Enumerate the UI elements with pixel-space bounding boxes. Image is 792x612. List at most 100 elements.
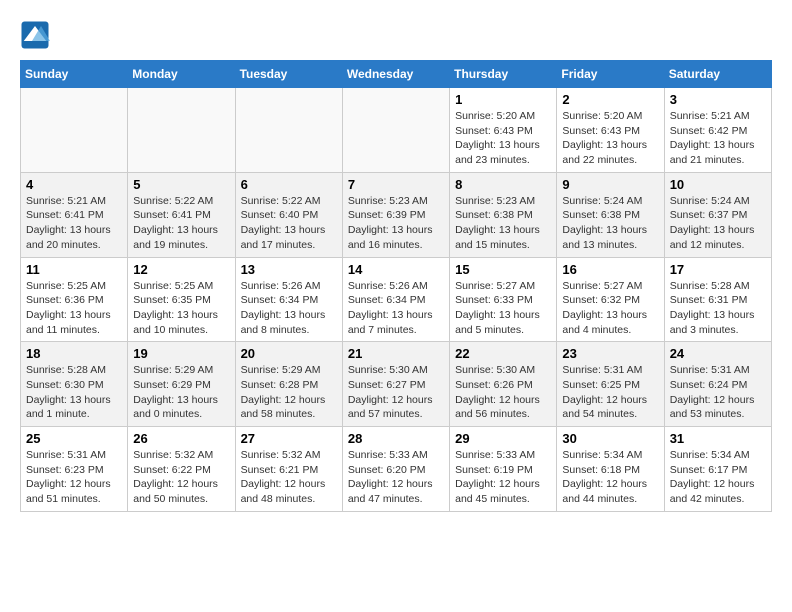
day-cell: 15 Sunrise: 5:27 AM Sunset: 6:33 PM Dayli… [450, 257, 557, 342]
day-cell: 11 Sunrise: 5:25 AM Sunset: 6:36 PM Dayli… [21, 257, 128, 342]
day-info: Sunrise: 5:34 AM Sunset: 6:18 PM Dayligh… [562, 448, 658, 507]
day-number: 1 [455, 92, 551, 107]
day-info: Sunrise: 5:20 AM Sunset: 6:43 PM Dayligh… [455, 109, 551, 168]
col-header-tuesday: Tuesday [235, 61, 342, 88]
col-header-friday: Friday [557, 61, 664, 88]
day-cell: 28 Sunrise: 5:33 AM Sunset: 6:20 PM Dayli… [342, 427, 449, 512]
day-number: 10 [670, 177, 766, 192]
day-info: Sunrise: 5:27 AM Sunset: 6:33 PM Dayligh… [455, 279, 551, 338]
day-cell: 25 Sunrise: 5:31 AM Sunset: 6:23 PM Dayli… [21, 427, 128, 512]
day-number: 28 [348, 431, 444, 446]
day-cell: 21 Sunrise: 5:30 AM Sunset: 6:27 PM Dayli… [342, 342, 449, 427]
day-number: 16 [562, 262, 658, 277]
day-number: 8 [455, 177, 551, 192]
day-info: Sunrise: 5:30 AM Sunset: 6:27 PM Dayligh… [348, 363, 444, 422]
header-row: SundayMondayTuesdayWednesdayThursdayFrid… [21, 61, 772, 88]
day-cell: 5 Sunrise: 5:22 AM Sunset: 6:41 PM Daylig… [128, 172, 235, 257]
day-info: Sunrise: 5:24 AM Sunset: 6:38 PM Dayligh… [562, 194, 658, 253]
day-cell: 22 Sunrise: 5:30 AM Sunset: 6:26 PM Dayli… [450, 342, 557, 427]
day-info: Sunrise: 5:28 AM Sunset: 6:30 PM Dayligh… [26, 363, 122, 422]
day-number: 25 [26, 431, 122, 446]
day-info: Sunrise: 5:21 AM Sunset: 6:41 PM Dayligh… [26, 194, 122, 253]
day-number: 11 [26, 262, 122, 277]
col-header-monday: Monday [128, 61, 235, 88]
day-number: 26 [133, 431, 229, 446]
col-header-thursday: Thursday [450, 61, 557, 88]
day-cell: 24 Sunrise: 5:31 AM Sunset: 6:24 PM Dayli… [664, 342, 771, 427]
week-row-3: 11 Sunrise: 5:25 AM Sunset: 6:36 PM Dayli… [21, 257, 772, 342]
day-cell: 20 Sunrise: 5:29 AM Sunset: 6:28 PM Dayli… [235, 342, 342, 427]
day-info: Sunrise: 5:23 AM Sunset: 6:39 PM Dayligh… [348, 194, 444, 253]
day-number: 21 [348, 346, 444, 361]
day-cell: 19 Sunrise: 5:29 AM Sunset: 6:29 PM Dayli… [128, 342, 235, 427]
day-cell: 10 Sunrise: 5:24 AM Sunset: 6:37 PM Dayli… [664, 172, 771, 257]
day-cell: 29 Sunrise: 5:33 AM Sunset: 6:19 PM Dayli… [450, 427, 557, 512]
day-cell: 9 Sunrise: 5:24 AM Sunset: 6:38 PM Daylig… [557, 172, 664, 257]
day-cell: 13Sunrise: 5:26 AM Sunset: 6:34 PM Dayli… [235, 257, 342, 342]
day-number: 30 [562, 431, 658, 446]
day-number: 29 [455, 431, 551, 446]
day-info: Sunrise: 5:29 AM Sunset: 6:29 PM Dayligh… [133, 363, 229, 422]
day-info: Sunrise: 5:34 AM Sunset: 6:17 PM Dayligh… [670, 448, 766, 507]
day-number: 18 [26, 346, 122, 361]
col-header-saturday: Saturday [664, 61, 771, 88]
day-cell: 7 Sunrise: 5:23 AM Sunset: 6:39 PM Daylig… [342, 172, 449, 257]
day-info: Sunrise: 5:22 AM Sunset: 6:41 PM Dayligh… [133, 194, 229, 253]
day-cell: 23 Sunrise: 5:31 AM Sunset: 6:25 PM Dayli… [557, 342, 664, 427]
day-number: 7 [348, 177, 444, 192]
day-cell: 12 Sunrise: 5:25 AM Sunset: 6:35 PM Dayli… [128, 257, 235, 342]
day-number: 24 [670, 346, 766, 361]
day-cell: 1 Sunrise: 5:20 AM Sunset: 6:43 PM Daylig… [450, 88, 557, 173]
day-info: Sunrise: 5:31 AM Sunset: 6:24 PM Dayligh… [670, 363, 766, 422]
day-number: 19 [133, 346, 229, 361]
day-number: 20 [241, 346, 337, 361]
day-info: Sunrise: 5:33 AM Sunset: 6:19 PM Dayligh… [455, 448, 551, 507]
week-row-1: 1 Sunrise: 5:20 AM Sunset: 6:43 PM Daylig… [21, 88, 772, 173]
day-number: 9 [562, 177, 658, 192]
day-number: 27 [241, 431, 337, 446]
week-row-2: 4 Sunrise: 5:21 AM Sunset: 6:41 PM Daylig… [21, 172, 772, 257]
day-info: Sunrise: 5:32 AM Sunset: 6:21 PM Dayligh… [241, 448, 337, 507]
day-number: 31 [670, 431, 766, 446]
logo [20, 20, 54, 50]
day-cell: 27 Sunrise: 5:32 AM Sunset: 6:21 PM Dayli… [235, 427, 342, 512]
day-cell [342, 88, 449, 173]
col-header-sunday: Sunday [21, 61, 128, 88]
day-info: Sunrise: 5:33 AM Sunset: 6:20 PM Dayligh… [348, 448, 444, 507]
day-number: 4 [26, 177, 122, 192]
day-number: 12 [133, 262, 229, 277]
day-info: Sunrise: 5:27 AM Sunset: 6:32 PM Dayligh… [562, 279, 658, 338]
week-row-4: 18 Sunrise: 5:28 AM Sunset: 6:30 PM Dayli… [21, 342, 772, 427]
day-info: Sunrise: 5:23 AM Sunset: 6:38 PM Dayligh… [455, 194, 551, 253]
day-info: Sunrise: 5:22 AM Sunset: 6:40 PM Dayligh… [241, 194, 337, 253]
day-info: Sunrise: 5:28 AM Sunset: 6:31 PM Dayligh… [670, 279, 766, 338]
day-cell: 17 Sunrise: 5:28 AM Sunset: 6:31 PM Dayli… [664, 257, 771, 342]
day-cell [235, 88, 342, 173]
day-info: Sunrise: 5:25 AM Sunset: 6:35 PM Dayligh… [133, 279, 229, 338]
col-header-wednesday: Wednesday [342, 61, 449, 88]
day-info: Sunrise: 5:29 AM Sunset: 6:28 PM Dayligh… [241, 363, 337, 422]
day-cell: 2Sunrise: 5:20 AM Sunset: 6:43 PM Daylig… [557, 88, 664, 173]
day-number: 2 [562, 92, 658, 107]
day-number: 5 [133, 177, 229, 192]
day-number: 13 [241, 262, 337, 277]
day-cell: 18 Sunrise: 5:28 AM Sunset: 6:30 PM Dayli… [21, 342, 128, 427]
day-info: Sunrise: 5:31 AM Sunset: 6:25 PM Dayligh… [562, 363, 658, 422]
day-info: Sunrise: 5:25 AM Sunset: 6:36 PM Dayligh… [26, 279, 122, 338]
day-number: 15 [455, 262, 551, 277]
day-cell: 31 Sunrise: 5:34 AM Sunset: 6:17 PM Dayli… [664, 427, 771, 512]
day-number: 23 [562, 346, 658, 361]
day-info: Sunrise: 5:24 AM Sunset: 6:37 PM Dayligh… [670, 194, 766, 253]
day-info: Sunrise: 5:26 AM Sunset: 6:34 PM Dayligh… [348, 279, 444, 338]
day-info: Sunrise: 5:31 AM Sunset: 6:23 PM Dayligh… [26, 448, 122, 507]
day-number: 22 [455, 346, 551, 361]
day-cell: 30 Sunrise: 5:34 AM Sunset: 6:18 PM Dayli… [557, 427, 664, 512]
day-number: 14 [348, 262, 444, 277]
day-cell: 4 Sunrise: 5:21 AM Sunset: 6:41 PM Daylig… [21, 172, 128, 257]
day-info: Sunrise: 5:30 AM Sunset: 6:26 PM Dayligh… [455, 363, 551, 422]
day-cell: 26Sunrise: 5:32 AM Sunset: 6:22 PM Dayli… [128, 427, 235, 512]
day-number: 17 [670, 262, 766, 277]
day-cell [21, 88, 128, 173]
page-header [20, 20, 772, 50]
day-info: Sunrise: 5:21 AM Sunset: 6:42 PM Dayligh… [670, 109, 766, 168]
